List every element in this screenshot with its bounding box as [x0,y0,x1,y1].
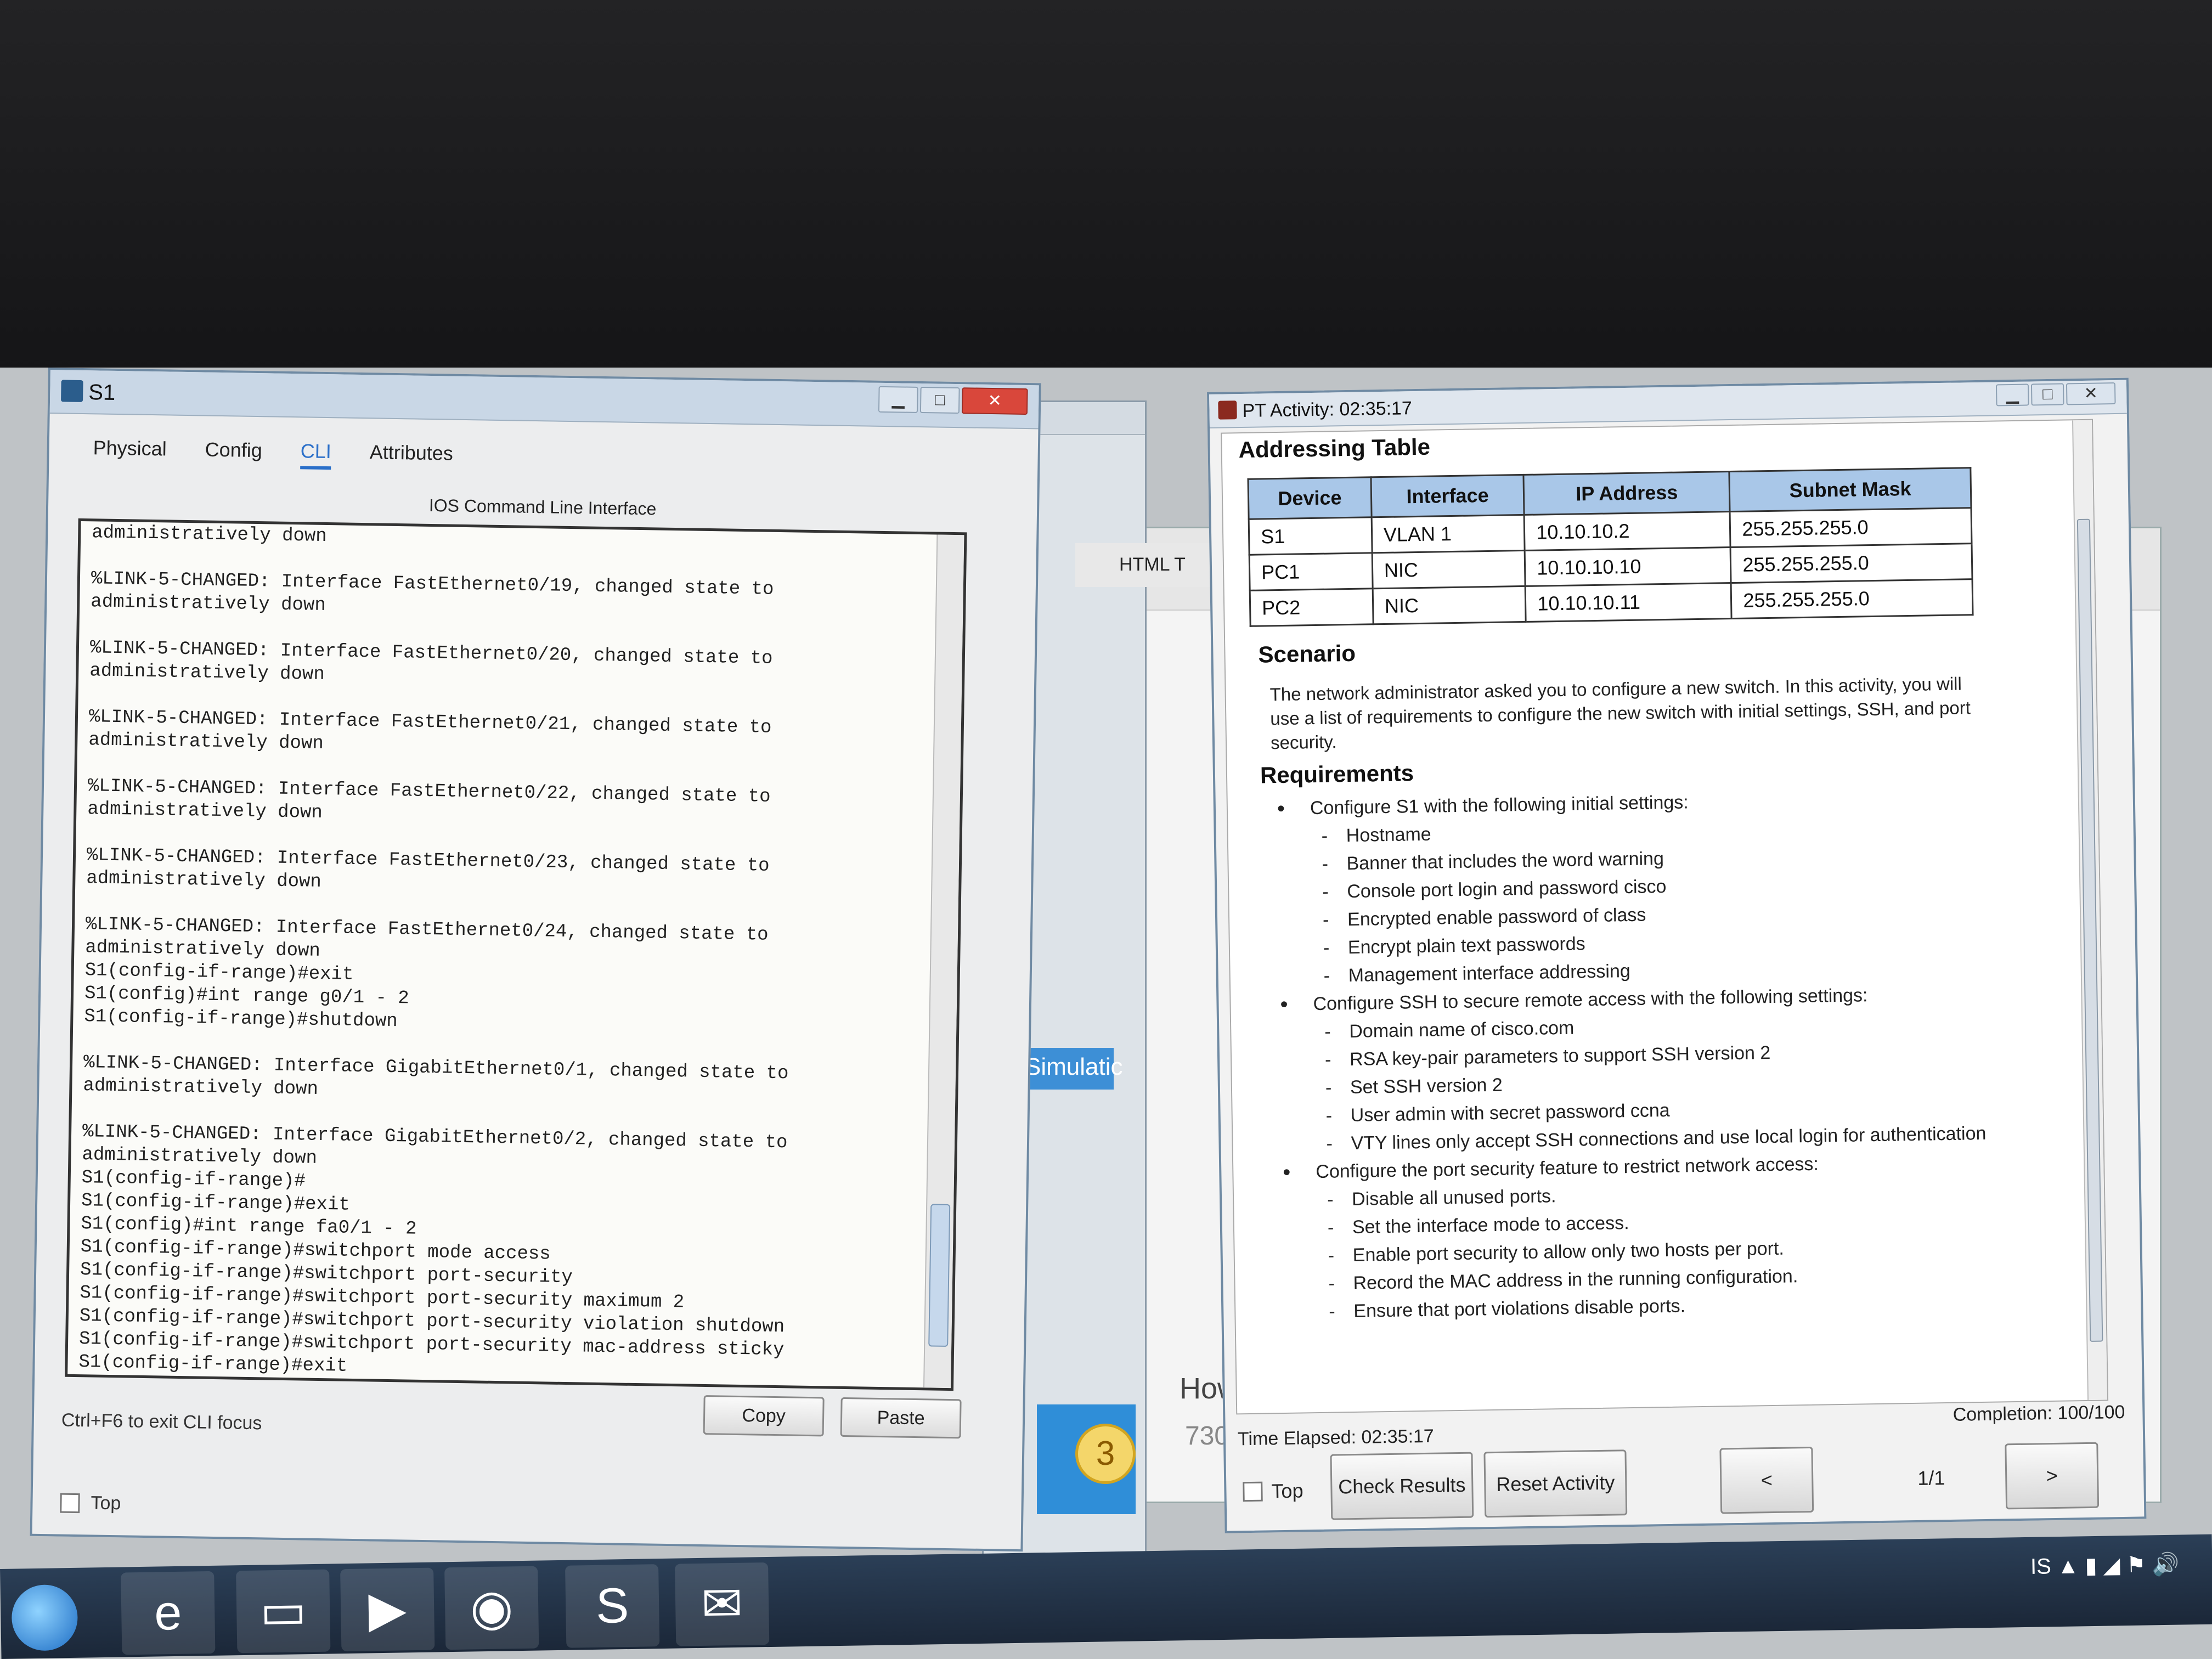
table-cell: 10.10.10.11 [1525,583,1732,622]
top-label: Top [1271,1479,1304,1503]
column-header: Device [1248,477,1372,520]
media-player-icon[interactable]: ▶ [340,1567,435,1652]
cli-output: administratively down %LINK-5-CHANGED: I… [78,521,926,1387]
chrome-icon[interactable]: ◉ [444,1566,539,1650]
top-checkbox[interactable] [1243,1481,1263,1502]
number-badge: 3 [1075,1424,1136,1484]
table-cell: 10.10.10.10 [1525,547,1731,586]
table-cell: 255.255.255.0 [1730,543,1973,583]
addressing-table-heading: Addressing Table [1238,433,1431,463]
cli-scrollbar[interactable] [923,534,964,1389]
check-results-button[interactable]: Check Results [1330,1452,1474,1520]
instructions-scroll-thumb[interactable] [2076,518,2103,1342]
column-header: IP Address [1523,471,1730,515]
instructions-panel: Addressing Table Device Interface IP Add… [1221,419,2109,1415]
table-cell: VLAN 1 [1371,515,1525,553]
s1-tabs: Physical Config CLI Attributes [93,436,453,471]
previous-page-button[interactable]: < [1719,1446,1814,1514]
time-elapsed: Time Elapsed: 02:35:17 [1237,1425,1435,1450]
s1-top-toggle[interactable]: Top [60,1492,121,1515]
completion-score: Completion: 100/100 [1953,1401,2125,1425]
maximize-button[interactable]: □ [919,386,960,414]
photo-dark-background [0,0,2212,373]
table-cell: 255.255.255.0 [1731,579,1973,619]
table-cell: NIC [1372,550,1526,589]
page-indicator: 1/1 [1917,1466,1945,1489]
requirements-heading: Requirements [1260,760,1414,788]
close-button[interactable]: ✕ [961,387,1028,415]
pt-top-toggle[interactable]: Top [1243,1479,1304,1503]
monitor-screen: HTML T Simulatic 3 How to 730 view S1 ▁ … [0,368,2212,1659]
table-cell: PC1 [1249,552,1373,591]
top-label: Top [91,1492,121,1514]
table-cell: NIC [1372,586,1526,624]
copy-button[interactable]: Copy [703,1395,825,1437]
skype-icon[interactable]: S [565,1564,660,1648]
language-indicator[interactable]: IS [2030,1554,2051,1579]
activity-footer: Time Elapsed: 02:35:17 Completion: 100/1… [1237,1402,2138,1530]
tab-cli[interactable]: CLI [300,439,332,470]
minimize-button[interactable]: ▁ [878,386,918,413]
pt-activity-title: PT Activity: 02:35:17 [1242,398,1413,421]
start-button[interactable] [11,1584,78,1651]
maximize-button[interactable]: □ [2030,383,2064,406]
simulation-mode-button[interactable]: Simulatic [1020,1048,1123,1090]
minimize-button[interactable]: ▁ [1995,383,2029,407]
paste-button[interactable]: Paste [840,1397,962,1439]
packet-tracer-icon [61,380,83,402]
table-cell: PC2 [1250,588,1373,627]
browser-tab-label: HTML T [1119,554,1186,575]
scenario-text: The network administrator asked you to c… [1269,673,1971,753]
table-cell: 255.255.255.0 [1730,507,1972,548]
s1-titlebar: S1 ▁ □ ✕ [49,370,1039,430]
pt-activity-window: PT Activity: 02:35:17 ▁ □ ✕ Addressing T… [1207,377,2147,1533]
s1-device-window: S1 ▁ □ ✕ Physical Config CLI Attributes … [30,368,1041,1552]
addressing-table: Device Interface IP Address Subnet Mask … [1247,467,1973,627]
system-tray: IS ▲ ▮ ◢ ⚑ 🔊 [2030,1552,2180,1579]
cli-terminal[interactable]: administratively down %LINK-5-CHANGED: I… [65,518,967,1391]
tab-attributes[interactable]: Attributes [369,441,453,471]
tab-config[interactable]: Config [205,438,262,469]
table-cell: S1 [1249,517,1372,555]
file-explorer-icon[interactable]: ▭ [236,1569,331,1654]
packet-tracer-taskbar-icon[interactable]: ✉ [675,1562,770,1646]
tab-physical[interactable]: Physical [93,436,167,467]
s1-window-title: S1 [88,380,116,405]
column-header: Subnet Mask [1729,467,1971,512]
requirements-list: Configure S1 with the following initial … [1277,783,2026,1327]
scenario-heading: Scenario [1258,640,1356,668]
reset-activity-button[interactable]: Reset Activity [1483,1449,1628,1518]
column-header: Interface [1370,475,1525,517]
top-checkbox[interactable] [60,1493,80,1513]
next-page-button[interactable]: > [2005,1442,2100,1510]
instructions-scrollbar[interactable] [2072,420,2108,1401]
close-button[interactable]: ✕ [2066,382,2116,405]
cli-scroll-thumb[interactable] [928,1204,951,1347]
cli-focus-hint: Ctrl+F6 to exit CLI focus [61,1409,262,1434]
table-cell: 10.10.10.2 [1524,511,1731,551]
internet-explorer-icon[interactable]: e [121,1571,216,1655]
activity-icon [1218,400,1237,420]
